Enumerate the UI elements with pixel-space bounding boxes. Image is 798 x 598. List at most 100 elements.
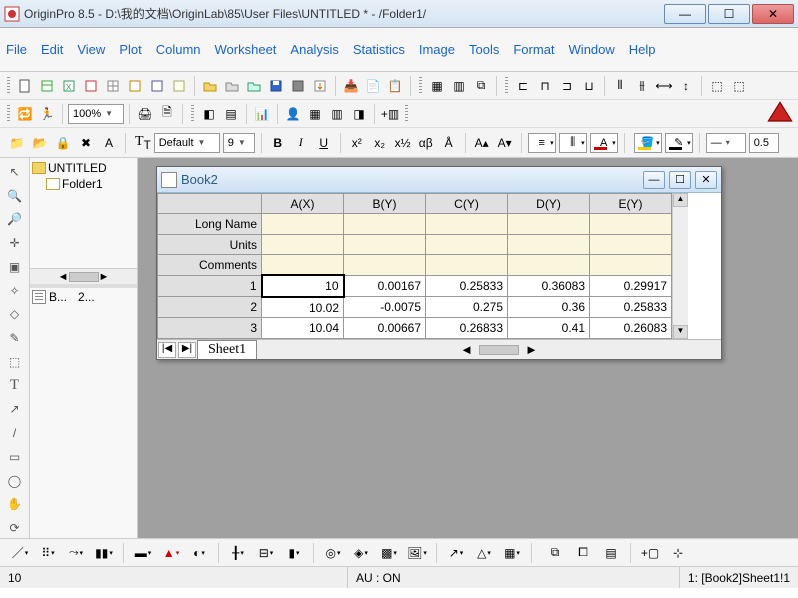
justify-dropdown[interactable]: ≡▾ (528, 133, 556, 153)
line-style-combo[interactable]: —▾ (706, 133, 746, 153)
menu-window[interactable]: Window (569, 42, 615, 57)
arrow-tool[interactable]: ↗ (5, 400, 25, 420)
open-excel-button[interactable] (244, 76, 264, 96)
menu-statistics[interactable]: Statistics (353, 42, 405, 57)
zoom-combo[interactable]: 100%▼ (68, 104, 124, 124)
col-header[interactable]: E(Y) (590, 194, 672, 214)
superscript-button[interactable]: x² (347, 133, 367, 153)
mask-tool[interactable]: ◇ (5, 305, 25, 325)
workbook-minimize-button[interactable]: — (643, 171, 665, 189)
cell[interactable] (262, 255, 344, 275)
cell[interactable] (426, 255, 508, 275)
greek-button[interactable]: αβ (416, 133, 436, 153)
menu-help[interactable]: Help (629, 42, 656, 57)
subscript-button[interactable]: x₂ (370, 133, 390, 153)
font-combo[interactable]: Default▼ (154, 133, 220, 153)
supersub-button[interactable]: x½ (393, 133, 413, 153)
import-button[interactable] (310, 76, 330, 96)
arrange-button[interactable]: ▤ (599, 543, 623, 563)
new-project-button[interactable] (15, 76, 35, 96)
toolbar-grip[interactable] (419, 77, 422, 95)
col-header[interactable]: D(Y) (508, 194, 590, 214)
template-plot-button[interactable]: ▦▾ (500, 543, 524, 563)
add-axes-button[interactable]: ⊹ (666, 543, 690, 563)
menu-edit[interactable]: Edit (41, 42, 63, 57)
pie-plot-button[interactable]: ◐▾ (187, 543, 211, 563)
fill-color-dropdown[interactable]: 🪣▾ (634, 133, 662, 153)
draw-data-tool[interactable]: ✎ (5, 328, 25, 348)
line-spacing-dropdown[interactable]: ⫼▾ (559, 133, 587, 153)
open-template-button[interactable] (222, 76, 242, 96)
cell[interactable]: 0.25833 (590, 297, 672, 318)
menu-view[interactable]: View (77, 42, 105, 57)
hist-plot-button[interactable]: ▮▾ (282, 543, 306, 563)
recalc-button[interactable]: 🏃 (37, 104, 57, 124)
col-header[interactable]: A(X) (262, 194, 344, 214)
workbook-window[interactable]: Book2 — ☐ ✕ A(X) B(Y) C(Y) D(Y) E(Y) Lon… (156, 166, 722, 360)
open-button[interactable] (200, 76, 220, 96)
line-color-dropdown[interactable]: ✎▾ (665, 133, 693, 153)
ternary-plot-button[interactable]: △▾ (472, 543, 496, 563)
line-width-combo[interactable]: 0.5 (749, 133, 779, 153)
row-header[interactable]: 1 (158, 275, 262, 297)
toolbar-grip[interactable] (191, 105, 194, 123)
cell[interactable] (508, 255, 590, 275)
worksheet-hscroll[interactable]: ◄► (277, 342, 721, 357)
cell[interactable] (508, 234, 590, 254)
distribute-v-button[interactable]: ⫵ (632, 76, 652, 96)
new-workbook-button[interactable] (37, 76, 57, 96)
increase-font-button[interactable]: A▴ (472, 133, 492, 153)
menu-plot[interactable]: Plot (119, 42, 141, 57)
tile-button[interactable]: ▦ (427, 76, 447, 96)
menu-file[interactable]: File (6, 42, 27, 57)
zoom-in-tool[interactable]: 🔍 (5, 186, 25, 206)
angstrom-button[interactable]: Å (439, 133, 459, 153)
box-plot-button[interactable]: ⊟▾ (254, 543, 278, 563)
cell[interactable] (590, 234, 672, 254)
align-left-button[interactable]: ⊏ (513, 76, 533, 96)
contour-plot-button[interactable]: ◎▾ (321, 543, 345, 563)
cell[interactable] (344, 214, 426, 234)
line-plot-button[interactable]: ／▾ (8, 543, 32, 563)
data-reader-tool[interactable]: ✛ (5, 233, 25, 253)
workbook-maximize-button[interactable]: ☐ (669, 171, 691, 189)
new-matrix-button[interactable] (103, 76, 123, 96)
region-tool[interactable]: ⬚ (5, 352, 25, 372)
new-excel-button[interactable]: X (59, 76, 79, 96)
cell[interactable]: 0.26083 (590, 318, 672, 339)
tool-lock[interactable]: 🔒 (53, 133, 73, 153)
new-function-button[interactable] (147, 76, 167, 96)
refresh-button[interactable]: 🔁 (15, 104, 35, 124)
align-right-button[interactable]: ⊐ (557, 76, 577, 96)
print-preview-button[interactable]: 🗎 (157, 104, 177, 124)
vector-plot-button[interactable]: ↗▾ (444, 543, 468, 563)
bar-plot-button[interactable]: ▬▾ (131, 543, 155, 563)
cell[interactable] (262, 234, 344, 254)
new-graph-button[interactable] (81, 76, 101, 96)
line-symbol-plot-button[interactable]: ⤳▾ (64, 543, 88, 563)
project-list[interactable]: B... 2... (30, 288, 137, 538)
workbook-close-button[interactable]: ✕ (695, 171, 717, 189)
new-notes-button[interactable] (169, 76, 189, 96)
align-center-button[interactable]: ⊓ (535, 76, 555, 96)
longname-header[interactable]: Long Name (158, 214, 262, 234)
3d-plot-button[interactable]: ◈▾ (349, 543, 373, 563)
area-plot-button[interactable]: ▲▾ (159, 543, 183, 563)
cell[interactable]: 0.29917 (590, 275, 672, 297)
project-folder[interactable]: Folder1 (32, 176, 135, 192)
minimize-button[interactable]: — (664, 4, 706, 24)
menu-worksheet[interactable]: Worksheet (215, 42, 277, 57)
sheet-tab[interactable]: Sheet1 (197, 340, 257, 359)
add-layer-button[interactable]: +▢ (638, 543, 662, 563)
underline-button[interactable]: U (314, 133, 334, 153)
cell[interactable]: 0.00667 (344, 318, 426, 339)
new-layout-button[interactable] (125, 76, 145, 96)
cell[interactable]: 0.36 (508, 297, 590, 318)
text-tool[interactable]: T (5, 376, 25, 396)
line-tool[interactable]: / (5, 423, 25, 443)
toolbar-grip[interactable] (7, 77, 10, 95)
code-builder-button[interactable]: 👤 (283, 104, 303, 124)
cell[interactable]: -0.0075 (344, 297, 426, 318)
script-window-button[interactable]: ▦ (305, 104, 325, 124)
font-size-combo[interactable]: 9▼ (223, 133, 255, 153)
